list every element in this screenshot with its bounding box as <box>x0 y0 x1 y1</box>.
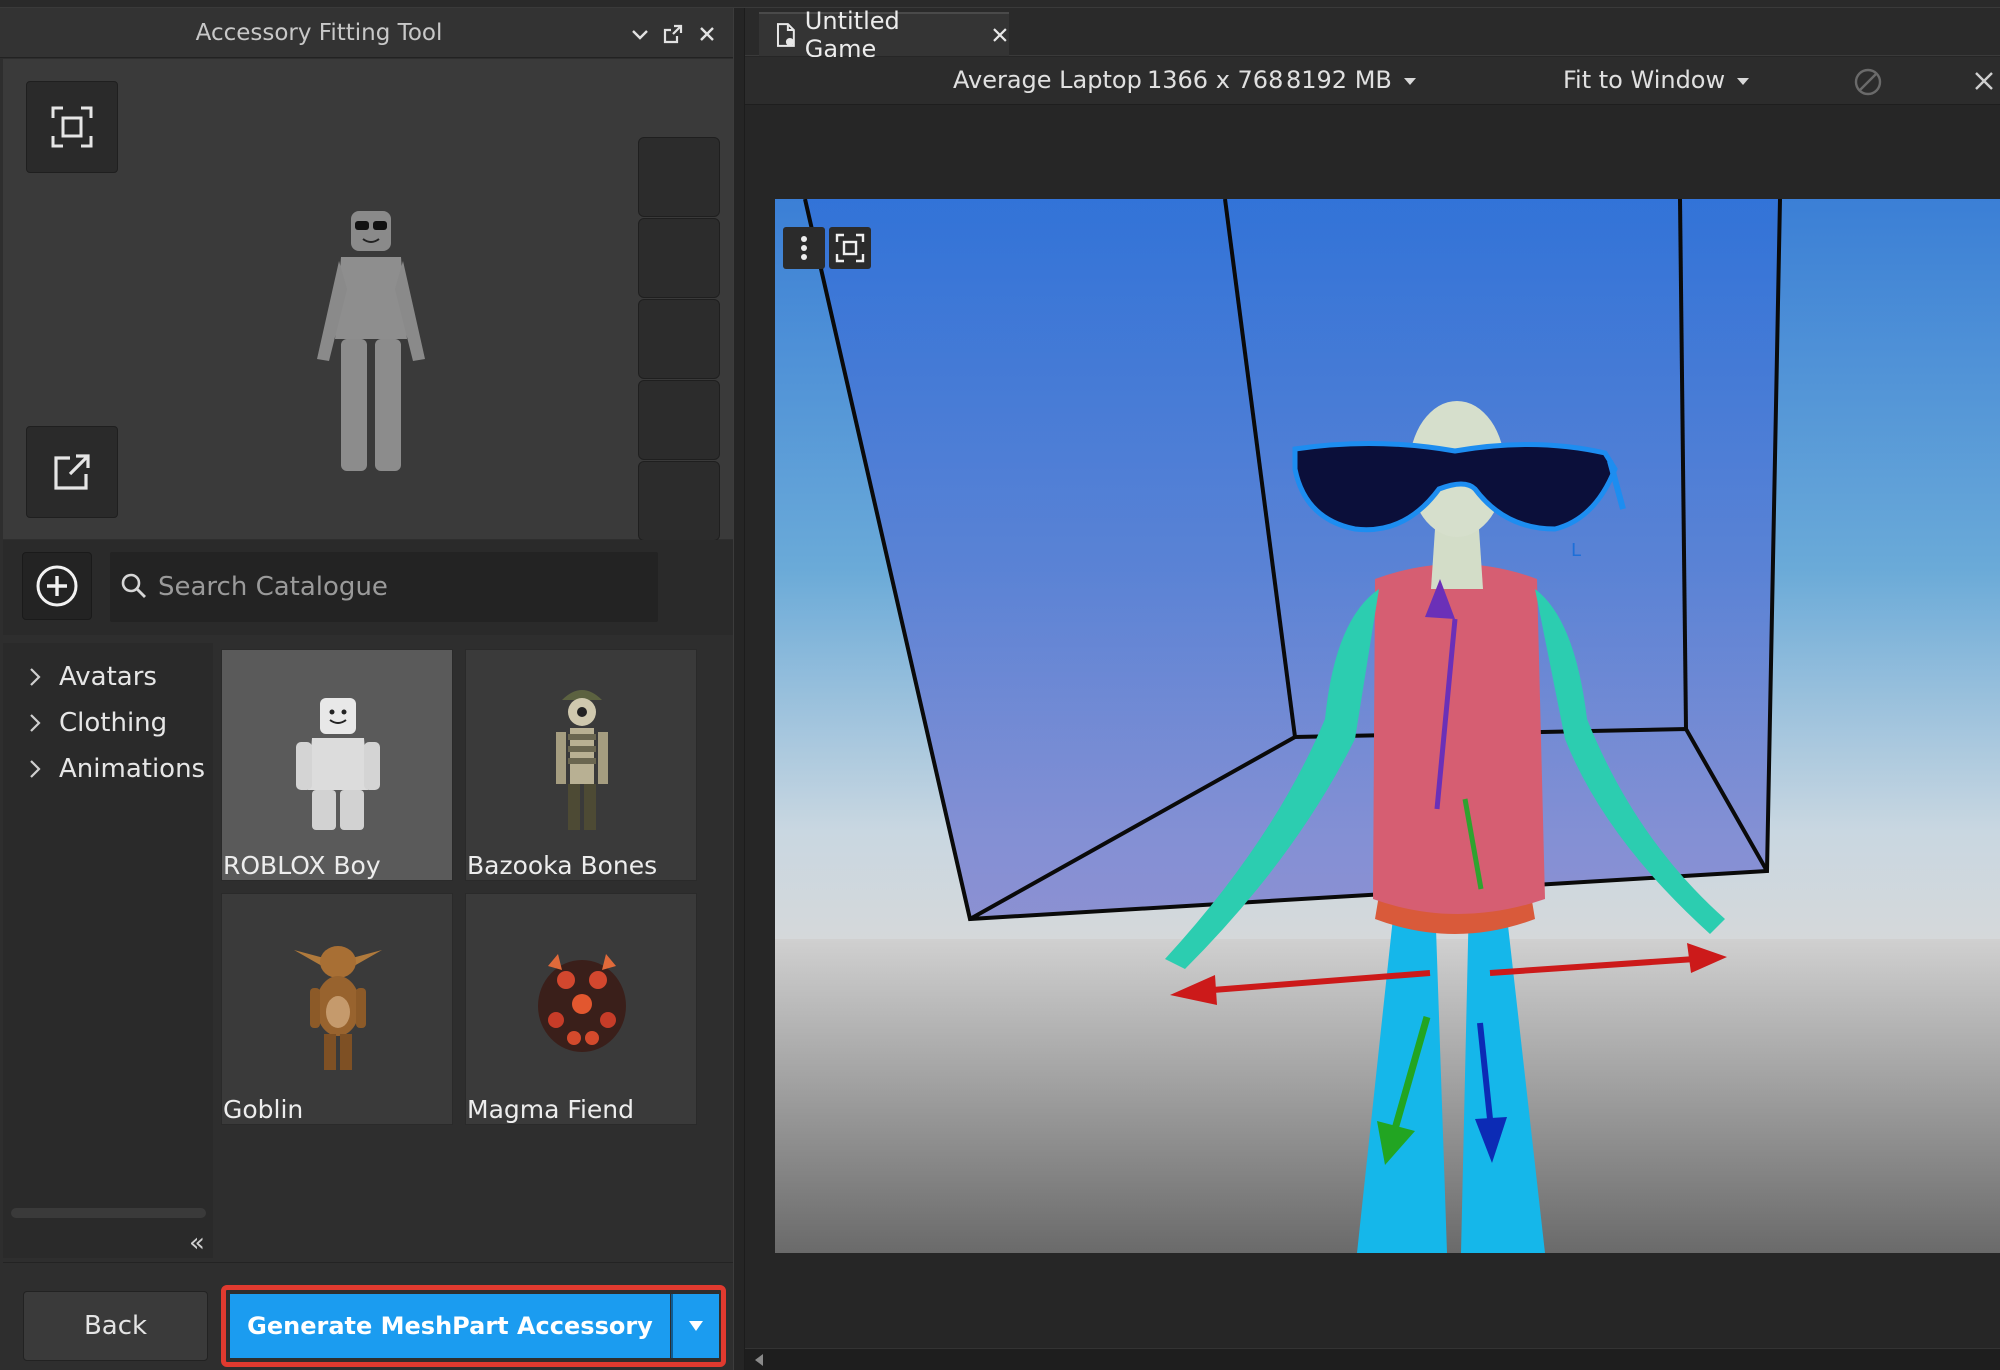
roblox-boy-thumbnail <box>296 698 380 830</box>
catalogue-item-label: Bazooka Bones <box>467 851 658 880</box>
device-name[interactable]: Average Laptop <box>953 66 1142 94</box>
fit-mode-value: Fit to Window <box>1563 66 1726 94</box>
chevron-down-icon[interactable] <box>628 22 652 46</box>
caret-down-icon <box>1737 77 1750 85</box>
catalogue-item-magma-fiend[interactable]: Magma Fiend <box>465 893 697 1125</box>
panel-header: Accessory Fitting Tool <box>0 8 733 58</box>
more-vertical-icon <box>801 236 807 260</box>
chevron-right-icon <box>30 668 41 686</box>
tab-title: Untitled Game <box>804 7 900 63</box>
tree-item-animations[interactable]: Animations <box>23 749 205 789</box>
chevron-right-icon <box>30 760 41 778</box>
search-icon <box>121 573 146 598</box>
accessory-slot[interactable] <box>638 137 720 217</box>
studio-window: Accessory Fitting Tool Search Catalogue … <box>0 0 2000 1370</box>
collapse-icon[interactable]: « <box>189 1228 205 1258</box>
frame-focus-icon <box>51 106 93 148</box>
catalogue-item-label: ROBLOX Boy <box>223 851 381 880</box>
scroll-left-icon[interactable] <box>753 1353 765 1367</box>
tree-item-label: Animations <box>59 754 206 784</box>
caret-down-icon <box>1403 77 1416 85</box>
editor-horizontal-scrollbar[interactable] <box>745 1348 2000 1370</box>
catalogue-item-bazooka-bones[interactable]: Bazooka Bones <box>465 649 697 881</box>
generate-options-dropdown[interactable] <box>673 1294 719 1358</box>
tab-bar: Untitled Game <box>745 7 2000 63</box>
catalogue-item-label: Goblin <box>223 1095 304 1124</box>
avatar-mannequin <box>317 211 425 471</box>
tree-item-avatars[interactable]: Avatars <box>23 657 157 697</box>
goblin-thumbnail <box>294 946 382 1070</box>
accessory-slots <box>638 137 720 542</box>
game-viewport[interactable]: L <box>775 199 2000 1253</box>
search-input[interactable] <box>158 552 638 622</box>
open-external-button[interactable] <box>26 426 118 518</box>
category-tree: Avatars Clothing Animations « <box>3 643 213 1258</box>
viewport-menu-button[interactable] <box>783 227 825 269</box>
device-emulator-bar: Average Laptop 1366 x 768 8192 MB Fit to… <box>745 57 2000 105</box>
generate-button-group: Generate MeshPart Accessory <box>221 1285 726 1367</box>
triangle-down-icon <box>689 1321 703 1331</box>
tree-item-label: Clothing <box>59 708 168 738</box>
rotate-device-icon[interactable] <box>1853 67 1883 97</box>
magma-fiend-thumbnail <box>538 954 626 1052</box>
svg-text:L: L <box>1571 540 1581 561</box>
catalogue-item-roblox-boy[interactable]: ROBLOX Boy <box>221 649 453 881</box>
add-button[interactable] <box>22 552 92 620</box>
frame-focus-icon <box>835 233 865 263</box>
tree-item-clothing[interactable]: Clothing <box>23 703 167 743</box>
close-emulator-icon[interactable] <box>1973 70 1995 92</box>
memory-selector[interactable]: 8192 MB <box>1286 66 1416 94</box>
avatar-preview[interactable] <box>3 59 733 542</box>
generate-meshpart-accessory-button[interactable]: Generate MeshPart Accessory <box>230 1294 670 1358</box>
accessory-slot[interactable] <box>638 380 720 460</box>
close-icon[interactable] <box>695 22 719 46</box>
tree-scrollbar[interactable] <box>11 1208 206 1218</box>
device-resolution: 1366 x 768 <box>1147 66 1284 94</box>
close-tab-icon[interactable] <box>991 26 1009 44</box>
top-menu-strip <box>0 0 2000 8</box>
panel-title: Accessory Fitting Tool <box>195 20 443 46</box>
viewport-focus-button[interactable] <box>829 227 871 269</box>
accessory-slot[interactable] <box>638 218 720 298</box>
catalogue-item-label: Magma Fiend <box>467 1095 634 1124</box>
fit-mode-selector[interactable]: Fit to Window <box>1563 66 1750 94</box>
accessory-slot[interactable] <box>638 299 720 379</box>
catalogue-grid: ROBLOX Boy Bazooka Bones Goblin Magma Fi… <box>213 643 733 1258</box>
memory-value: 8192 MB <box>1286 66 1392 94</box>
tree-item-label: Avatars <box>59 662 157 692</box>
back-button[interactable]: Back <box>23 1291 208 1361</box>
tab-untitled-game[interactable]: Untitled Game <box>759 7 1009 63</box>
plus-circle-icon <box>36 565 78 607</box>
panel-footer: Back Generate MeshPart Accessory <box>3 1262 733 1370</box>
document-icon <box>776 23 795 47</box>
external-link-icon <box>54 454 90 490</box>
chevron-right-icon <box>30 714 41 732</box>
dock-icon[interactable] <box>661 22 685 46</box>
focus-camera-button[interactable] <box>26 81 118 173</box>
bazooka-bones-thumbnail <box>556 690 608 830</box>
catalogue-item-goblin[interactable]: Goblin <box>221 893 453 1125</box>
search-field <box>110 552 658 622</box>
search-row <box>3 540 733 635</box>
accessory-slot[interactable] <box>638 461 720 541</box>
panel-splitter[interactable] <box>733 8 745 1370</box>
viewport-scene: L <box>775 199 2000 1253</box>
